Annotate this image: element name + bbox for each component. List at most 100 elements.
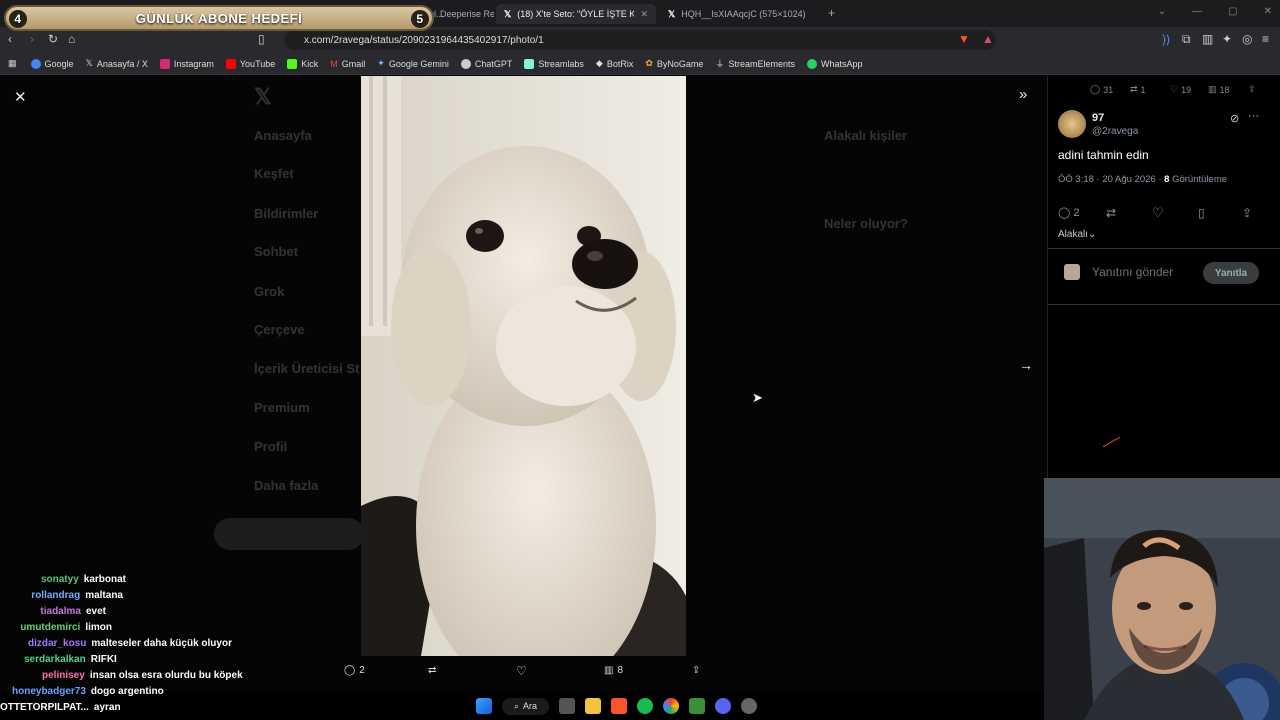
gmail-icon: M — [330, 58, 338, 69]
views-icon: ▥ — [604, 665, 614, 676]
streamer-webcam-image — [1044, 478, 1280, 720]
bookmark-streamelements[interactable]: ⏚ StreamElements — [715, 57, 795, 70]
photo-repost-icon[interactable]: ⇄ — [428, 665, 436, 676]
reply-icon: ◯ — [1058, 207, 1071, 219]
bookmark-label: Instagram — [173, 58, 214, 69]
bookmark-whatsapp[interactable]: WhatsApp — [806, 58, 863, 69]
share-icon[interactable]: ⇪ — [1242, 206, 1252, 220]
next-photo-icon[interactable]: → — [1019, 357, 1033, 373]
prev-like-count[interactable]: ♡ 19 — [1170, 84, 1191, 95]
photo-share-icon[interactable]: ⇪ — [692, 665, 700, 676]
new-tab-icon[interactable]: + — [828, 6, 835, 20]
forward-icon[interactable]: › — [30, 32, 34, 46]
nav-profile: Profil — [254, 439, 288, 454]
prev-reply-count[interactable]: ◯ 31 — [1090, 84, 1113, 95]
chat-username: tiadalma — [40, 606, 81, 617]
home-icon[interactable]: ⌂ — [68, 32, 75, 46]
bookmark-botrix[interactable]: ◆ BotRix — [596, 58, 633, 69]
repost-icon[interactable]: ⇄ — [1106, 206, 1116, 220]
more-options-icon[interactable]: ··· — [1248, 110, 1259, 122]
bookmark-kick[interactable]: Kick — [287, 58, 319, 69]
sidebar-icon[interactable]: ▥ — [1202, 32, 1213, 46]
chat-username: sonatyy — [40, 574, 79, 585]
nav-chat: Sohbet — [254, 244, 299, 259]
post-time[interactable]: ÖÖ 3:18 · 20 Ağu 2026 · — [1058, 174, 1162, 185]
reply-icon: ◯ — [344, 665, 356, 676]
author-handle[interactable]: @2ravega — [1092, 126, 1138, 137]
grok-icon[interactable]: ⊘ — [1230, 112, 1239, 125]
like-icon[interactable]: ♡ — [1152, 205, 1164, 221]
taskbar-search[interactable]: ⌕ Ara — [502, 697, 550, 715]
reply-button[interactable]: Yanıtla — [1203, 262, 1259, 284]
reply-count: 2 — [359, 665, 365, 676]
spotify-icon[interactable] — [637, 698, 654, 714]
bookmark-streamlabs[interactable]: Streamlabs — [524, 58, 584, 69]
chat-text: limon — [85, 622, 112, 633]
divider — [1048, 248, 1280, 249]
youtube-icon — [225, 58, 236, 69]
close-window-icon[interactable]: ✕ — [1264, 6, 1272, 17]
reload-icon[interactable]: ↻ — [48, 32, 58, 46]
url-bar[interactable]: x.com/2ravega/status/2090231964435402917… — [284, 30, 996, 50]
tab-deeperise[interactable]: Deeperise Re — [432, 4, 494, 24]
prev-repost-count[interactable]: ⇄ 1 — [1130, 84, 1146, 95]
reply-input[interactable]: Yanıtını gönder — [1092, 265, 1173, 279]
chrome-icon[interactable] — [663, 698, 680, 714]
back-icon[interactable]: ‹ — [8, 32, 12, 46]
dog-photo-image — [361, 76, 686, 656]
file-explorer-icon[interactable] — [585, 698, 602, 714]
bookmark-youtube[interactable]: YouTube — [225, 58, 275, 69]
sort-dropdown[interactable]: Alakalı⌄ — [1058, 229, 1096, 240]
photo-like-icon[interactable]: ♡ — [516, 664, 527, 678]
close-tab-icon[interactable]: ✕ — [640, 9, 648, 20]
game-launcher-icon[interactable] — [689, 698, 706, 714]
minimize-icon[interactable]: — — [1192, 6, 1202, 17]
sound-icon[interactable]: )) — [1162, 32, 1170, 46]
chat-text: dogo argentino — [90, 686, 164, 697]
bookmark-x[interactable]: 𝕏 Anasayfa / X — [86, 58, 148, 69]
tab-search-icon[interactable]: ⌄ — [1158, 6, 1166, 17]
leo-icon[interactable]: ✦ — [1222, 32, 1232, 46]
photo-views-action[interactable]: ▥ 8 — [604, 665, 623, 676]
avatar[interactable] — [1058, 110, 1086, 138]
bookmark-instagram[interactable]: Instagram — [159, 58, 214, 69]
author-name[interactable]: 97 — [1092, 112, 1104, 124]
brave-shield-icon[interactable]: ▼ — [958, 32, 970, 46]
prev-share[interactable]: ⇪ — [1248, 84, 1256, 95]
photo-reply-action[interactable]: ◯ 2 — [344, 665, 365, 676]
close-viewer-icon[interactable]: ✕ — [14, 88, 27, 106]
stream-chat-overlay: sonatyy karbonat rollandrag maltana tiadal… — [0, 572, 340, 717]
brave-rewards-icon[interactable]: ▲ — [982, 32, 994, 46]
heart-icon: ♡ — [1170, 84, 1179, 94]
maximize-icon[interactable]: ▢ — [1228, 6, 1237, 17]
task-view-icon[interactable] — [559, 698, 576, 714]
bookmark-google[interactable]: Google — [30, 58, 74, 69]
bookmark-chatgpt[interactable]: ChatGPT — [460, 58, 512, 69]
tab-x-post[interactable]: 𝕏 (18) X'te Seto: "ÖYLE İŞTE KAFAN ✕ — [496, 4, 656, 24]
discord-icon[interactable] — [715, 698, 732, 714]
prev-view-count[interactable]: ▥ 18 — [1208, 84, 1230, 95]
menu-icon[interactable]: ≡ — [1262, 32, 1269, 46]
bookmark-gmail[interactable]: M Gmail — [330, 59, 365, 69]
url-text: x.com/2ravega/status/2090231964435402917… — [304, 34, 544, 46]
obs-icon[interactable] — [741, 698, 758, 714]
extensions-icon[interactable]: ⧉ — [1182, 32, 1191, 47]
bookmark-label: Kick — [301, 58, 319, 69]
kick-icon — [287, 58, 298, 69]
tab-title: Deeperise Re — [440, 9, 494, 19]
apps-icon[interactable]: ▦ — [8, 58, 17, 69]
brave-browser-icon[interactable] — [611, 698, 628, 714]
post-photo[interactable] — [361, 76, 686, 656]
nav-more: Daha fazla — [254, 478, 319, 493]
bookmark-post-icon[interactable]: ▯ — [1198, 206, 1205, 220]
collapse-panel-icon[interactable]: » — [1019, 86, 1027, 103]
bookmark-icon[interactable]: ▯ — [258, 32, 265, 46]
chat-message: tiadalma evet — [40, 606, 106, 617]
bookmark-gemini[interactable]: ✦ Google Gemini — [377, 58, 449, 69]
vpn-icon[interactable]: ◎ — [1242, 32, 1252, 46]
start-icon[interactable] — [476, 698, 492, 714]
reply-action[interactable]: ◯ 2 — [1058, 206, 1079, 220]
bookmark-bynogame[interactable]: ✿ ByNoGame — [645, 58, 703, 69]
nav-premium: Premium — [254, 400, 310, 415]
tab-image[interactable]: 𝕏 HQH__IsXIAAqcjC (575×1024) — [660, 4, 820, 24]
